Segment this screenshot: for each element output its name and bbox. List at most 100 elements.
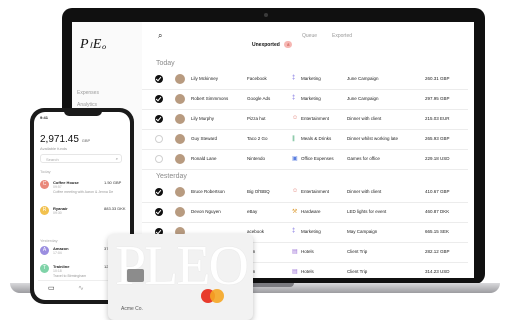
- row-note: LED lights for event: [347, 209, 387, 214]
- row-note: Dinner with client: [347, 116, 382, 121]
- row-note: Client Trip: [347, 249, 368, 254]
- pleo-logo: PₗEₒ: [80, 37, 108, 52]
- row-employee-name: Ronald Lane: [191, 156, 217, 161]
- row-employee-name: Lily Mckinney: [191, 76, 219, 81]
- row-note: May Campaign: [347, 229, 378, 234]
- avatar: [175, 94, 185, 104]
- row-checkbox[interactable]: [155, 115, 163, 123]
- megaphone-icon: ‡: [292, 228, 296, 234]
- table-row[interactable]: Lily Mckinney Facebook Marketing June Campa…: [142, 70, 468, 90]
- row-amount: 229.18 USD: [425, 156, 450, 161]
- section-yesterday: Yesterday: [156, 173, 187, 180]
- row-category: Entertainment: [301, 116, 330, 121]
- row-merchant: Taco 2 Go: [247, 136, 268, 141]
- sidebar-item-expenses[interactable]: Expenses: [77, 90, 99, 96]
- webcam: [264, 13, 268, 17]
- phone-card-tab-icon[interactable]: ▭: [48, 284, 55, 292]
- row-merchant: Big Ol'BBQ: [247, 189, 270, 194]
- row-note: Client Trip: [347, 269, 368, 274]
- table-row[interactable]: Robert Simmmons Google Ads Marketing June C…: [142, 90, 468, 110]
- row-amount: 297.95 GBP: [425, 96, 450, 101]
- row-category: Marketing: [301, 96, 321, 101]
- phone-item-time: 09:30: [53, 211, 62, 215]
- row-merchant: Facebook: [247, 76, 267, 81]
- tab-exported[interactable]: Exported: [332, 33, 352, 39]
- phone-item-amount: 1.50 GBP: [104, 180, 122, 185]
- table-row[interactable]: Lily Murphy Pizza hut Entertainment Dinner …: [142, 110, 468, 130]
- megaphone-icon: ‡: [292, 75, 296, 81]
- row-category: Entertainment: [301, 189, 330, 194]
- avatar: [175, 114, 185, 124]
- row-employee-name: Robert Simmmons: [191, 96, 229, 101]
- row-category: Hotels: [301, 269, 314, 274]
- table-row[interactable]: Guy Steward Taco 2 Go Meals & Drinks Dinner…: [142, 130, 468, 150]
- row-note: Dinner with client: [347, 189, 382, 194]
- row-note: June Campaign: [347, 96, 379, 101]
- row-employee-name: Devon Nguyen: [191, 209, 221, 214]
- row-amount: 265.93 GBP: [425, 136, 450, 141]
- mastercard-circle-yellow: [210, 289, 224, 303]
- avatar: [175, 154, 185, 164]
- card-chip: [127, 269, 144, 282]
- row-employee-name: Bruce Robertson: [191, 189, 225, 194]
- phone-item-avatar: T: [40, 264, 49, 273]
- row-checkbox[interactable]: [155, 75, 163, 83]
- row-amount: 410.67 GBP: [425, 189, 450, 194]
- row-category: Marketing: [301, 229, 321, 234]
- cutlery-icon: ∥: [292, 136, 295, 142]
- row-merchant: Google Ads: [247, 96, 271, 101]
- row-merchant: acebook: [247, 229, 265, 234]
- row-checkbox[interactable]: [155, 155, 163, 163]
- row-merchant: Pizza hut: [247, 116, 266, 121]
- row-amount: 260.31 GBP: [425, 76, 450, 81]
- row-amount: 314.23 USD: [425, 269, 450, 274]
- phone-item-time: 10:18: [53, 269, 62, 273]
- phone-item-avatar: R: [40, 206, 49, 215]
- avatar: [175, 134, 185, 144]
- row-category: Meals & Drinks: [301, 136, 332, 141]
- hotel-icon: ▤: [292, 249, 298, 255]
- phone-activity-tab-icon[interactable]: ∿: [78, 284, 84, 292]
- phone-list-item[interactable]: C Coffee House 09:57 1.50 GBP Coffee meeting…: [40, 180, 124, 196]
- table-row[interactable]: Ronald Lane Nintendo Office Expenses Games …: [142, 150, 468, 170]
- today-list: Lily Mckinney Facebook Marketing June Campa…: [142, 70, 474, 170]
- row-checkbox[interactable]: [155, 188, 163, 196]
- hotel-icon: ▤: [292, 269, 298, 275]
- phone-item-avatar: A: [40, 246, 49, 255]
- row-note: Games for office: [347, 156, 380, 161]
- row-category: Hardware: [301, 209, 321, 214]
- row-employee-name: Guy Steward: [191, 136, 218, 141]
- row-checkbox[interactable]: [155, 135, 163, 143]
- avatar: [175, 207, 185, 217]
- table-row[interactable]: Devon Nguyen eBay Hardware LED lights for e…: [142, 203, 468, 223]
- phone-notch: [64, 110, 102, 116]
- row-amount: 460.87 DKK: [425, 209, 450, 214]
- search-icon[interactable]: ⌕: [158, 31, 162, 41]
- row-note: June Campaign: [347, 76, 379, 81]
- tab-unexported-label: Unexported: [252, 42, 280, 48]
- tab-queue[interactable]: Queue: [302, 33, 317, 39]
- smile-icon: ☺: [292, 115, 299, 121]
- table-row[interactable]: Bruce Robertson Big Ol'BBQ Entertainment Di…: [142, 183, 468, 203]
- tab-unexported[interactable]: Unexported 8: [252, 33, 293, 51]
- row-category: Office Expenses: [301, 156, 334, 161]
- phone-list-item[interactable]: R Ryanair 09:30 883.33 DKK: [40, 206, 126, 222]
- row-merchant: eBay: [247, 209, 258, 214]
- phone-item-time: 17:04: [53, 251, 62, 255]
- phone-item-time: 09:57: [53, 185, 62, 189]
- megaphone-icon: ‡: [292, 95, 296, 101]
- row-employee-name: Lily Murphy: [191, 116, 215, 121]
- row-category: Hotels: [301, 249, 314, 254]
- row-category: Marketing: [301, 76, 321, 81]
- row-amount: 665.15 SEK: [425, 229, 450, 234]
- row-checkbox[interactable]: [155, 95, 163, 103]
- avatar: [175, 187, 185, 197]
- row-note: Dinner whilst working late: [347, 136, 399, 141]
- phone-item-avatar: C: [40, 180, 49, 189]
- phone-item-note: Coffee meeting with Aaron & Jenna De: [53, 190, 114, 194]
- section-today: Today: [156, 60, 175, 67]
- row-amount: 215.03 EUR: [425, 116, 450, 121]
- row-checkbox[interactable]: [155, 208, 163, 216]
- phone-item-note: Travel to Birmingham: [53, 274, 87, 278]
- avatar: [175, 74, 185, 84]
